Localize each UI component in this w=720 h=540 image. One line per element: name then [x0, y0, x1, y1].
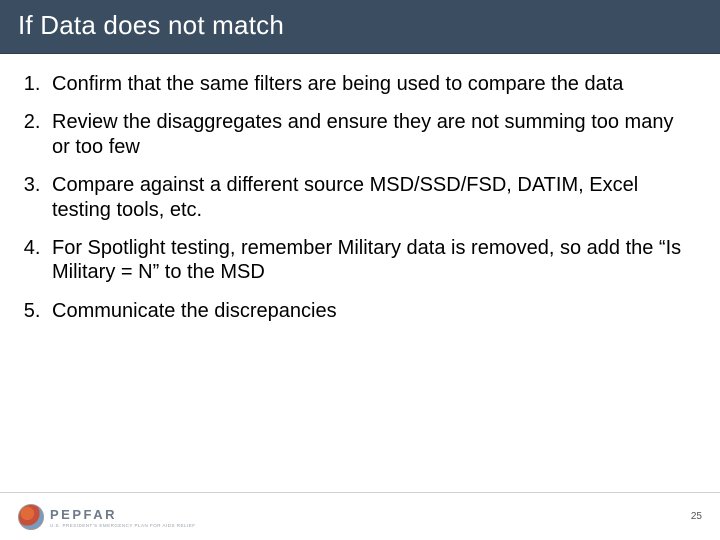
logo-text: PEPFAR — [50, 507, 117, 522]
list-item: Review the disaggregates and ensure they… — [46, 110, 690, 159]
slide-footer: PEPFAR U.S. PRESIDENT'S EMERGENCY PLAN F… — [0, 492, 720, 540]
list-item: For Spotlight testing, remember Military… — [46, 236, 690, 285]
list-item: Communicate the discrepancies — [46, 299, 690, 323]
slide: If Data does not match Confirm that the … — [0, 0, 720, 540]
numbered-list: Confirm that the same filters are being … — [12, 72, 690, 323]
slide-content: Confirm that the same filters are being … — [0, 54, 720, 540]
page-number: 25 — [691, 511, 702, 522]
list-item: Compare against a different source MSD/S… — [46, 173, 690, 222]
list-item: Confirm that the same filters are being … — [46, 72, 690, 96]
slide-title: If Data does not match — [0, 0, 720, 54]
footer-logo: PEPFAR U.S. PRESIDENT'S EMERGENCY PLAN F… — [18, 504, 196, 530]
logo-subtitle: U.S. PRESIDENT'S EMERGENCY PLAN FOR AIDS… — [50, 523, 196, 528]
logo-text-block: PEPFAR U.S. PRESIDENT'S EMERGENCY PLAN F… — [50, 506, 196, 528]
globe-icon — [18, 504, 44, 530]
